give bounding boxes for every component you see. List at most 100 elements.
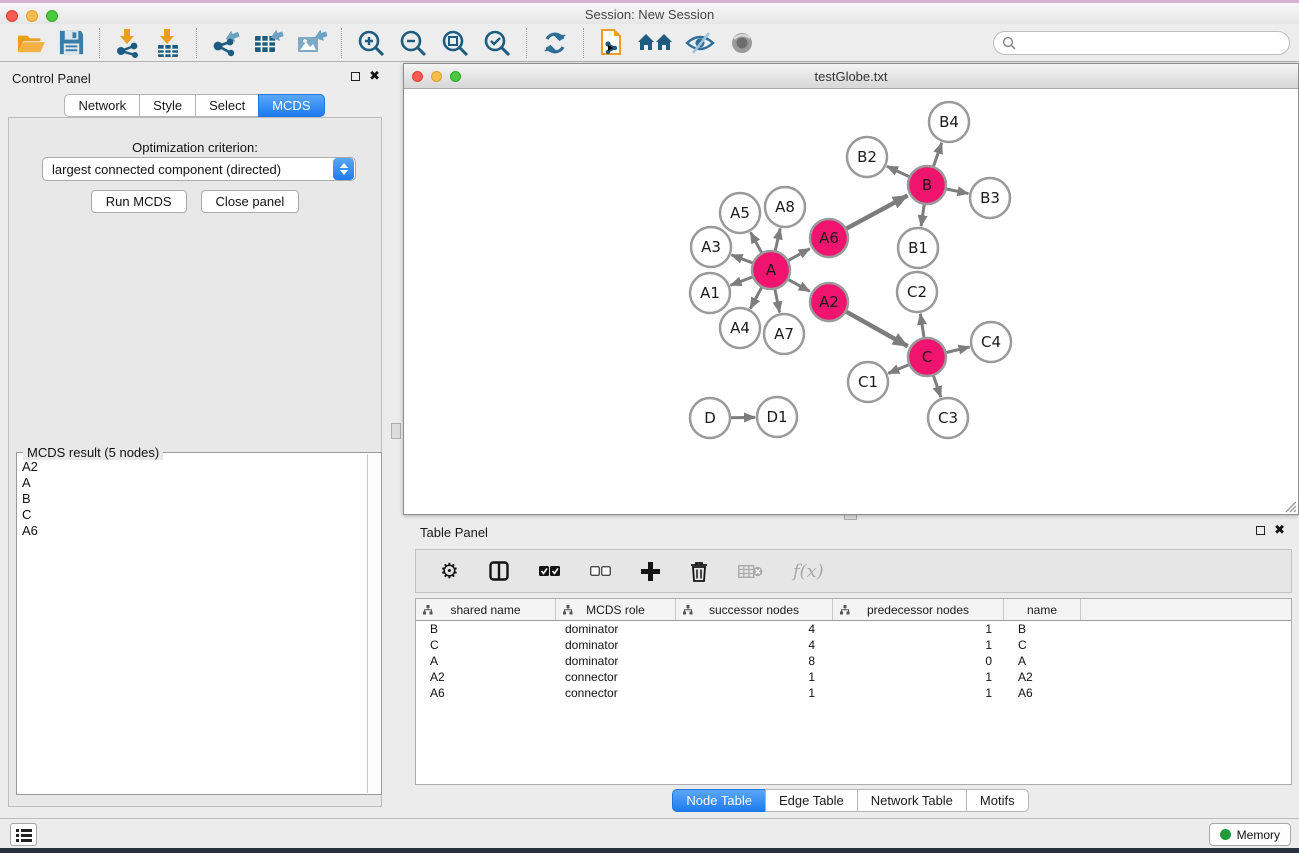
criterion-dropdown[interactable]: largest connected component (directed) [42, 157, 356, 181]
network-graph[interactable]: B4B2BB3A5A8A6A3B1AA1C2A2A4A7C4CC1C3DD1 [404, 89, 1298, 514]
table-row[interactable]: A2connector11A2 [416, 669, 1291, 685]
close-table-panel-icon[interactable]: ✖ [1274, 525, 1285, 535]
resize-grip-icon[interactable] [1284, 500, 1297, 513]
edge-A6-B[interactable] [845, 195, 908, 229]
show-panels-button[interactable] [10, 823, 37, 846]
float-panel-icon[interactable] [351, 72, 360, 81]
close-panel-button[interactable]: Close panel [201, 190, 300, 213]
result-item[interactable]: C [18, 507, 366, 523]
node-D1[interactable]: D1 [757, 397, 797, 437]
node-C1[interactable]: C1 [848, 362, 888, 402]
node-C4[interactable]: C4 [971, 322, 1011, 362]
result-item[interactable]: A [18, 475, 366, 491]
save-session-button[interactable] [52, 27, 91, 58]
edge-B-B4[interactable] [933, 143, 942, 168]
edge-B-B2[interactable] [887, 166, 911, 177]
float-table-panel-icon[interactable] [1256, 526, 1265, 535]
node-A[interactable]: A [752, 251, 790, 289]
column-header-name[interactable]: name [1004, 599, 1081, 620]
tab-style[interactable]: Style [139, 94, 196, 117]
select-all-button[interactable] [533, 563, 566, 580]
function-builder-button[interactable]: f(x) [787, 559, 830, 584]
vertical-splitter-handle[interactable] [391, 423, 401, 439]
edge-A-A7[interactable] [775, 288, 780, 313]
node-C[interactable]: C [908, 338, 946, 376]
node-A3[interactable]: A3 [691, 227, 731, 267]
node-A8[interactable]: A8 [765, 187, 805, 227]
edge-C-C4[interactable] [945, 347, 970, 353]
edge-A2-C[interactable] [845, 311, 908, 346]
node-A6[interactable]: A6 [810, 219, 848, 257]
network-canvas[interactable]: B4B2BB3A5A8A6A3B1AA1C2A2A4A7C4CC1C3DD1 [404, 89, 1298, 514]
import-table-button[interactable] [148, 26, 188, 60]
window-titlebar[interactable]: Session: New Session [0, 3, 1299, 24]
edge-A-A3[interactable] [732, 255, 755, 264]
column-header-shared-name[interactable]: shared name [416, 599, 556, 620]
node-B3[interactable]: B3 [970, 178, 1010, 218]
tab-mcds[interactable]: MCDS [258, 94, 324, 117]
table-tab-motifs[interactable]: Motifs [966, 789, 1029, 812]
result-scrollbar[interactable] [367, 454, 380, 793]
import-network-button[interactable] [108, 26, 148, 60]
node-A5[interactable]: A5 [720, 193, 760, 233]
tab-select[interactable]: Select [195, 94, 259, 117]
export-image-button[interactable] [290, 26, 333, 60]
node-A1[interactable]: A1 [690, 273, 730, 313]
node-B4[interactable]: B4 [929, 102, 969, 142]
table-tab-node-table[interactable]: Node Table [672, 789, 766, 812]
create-column-button[interactable] [635, 560, 666, 583]
node-C2[interactable]: C2 [897, 272, 937, 312]
node-B1[interactable]: B1 [898, 228, 938, 268]
node-B2[interactable]: B2 [847, 137, 887, 177]
edge-B-B3[interactable] [945, 189, 969, 194]
column-header-MCDS-role[interactable]: MCDS role [556, 599, 676, 620]
open-session-button[interactable] [10, 28, 52, 58]
table-tab-network-table[interactable]: Network Table [857, 789, 967, 812]
column-header-predecessor-nodes[interactable]: predecessor nodes [833, 599, 1004, 620]
search-box[interactable] [993, 31, 1290, 55]
zoom-in-button[interactable] [350, 26, 392, 60]
edge-B-B1[interactable] [921, 203, 924, 226]
run-mcds-button[interactable]: Run MCDS [91, 190, 187, 213]
edge-C-C2[interactable] [920, 314, 924, 339]
export-network-button[interactable] [205, 26, 247, 60]
node-A2[interactable]: A2 [810, 283, 848, 321]
zoom-fit-button[interactable] [434, 26, 476, 60]
node-A4[interactable]: A4 [720, 308, 760, 348]
close-panel-icon[interactable]: ✖ [369, 71, 380, 81]
edge-A-A2[interactable] [787, 279, 810, 292]
zoom-out-button[interactable] [392, 26, 434, 60]
edge-A-A5[interactable] [751, 232, 763, 254]
copy-style-button[interactable] [592, 26, 632, 60]
apply-layout-button[interactable] [535, 27, 575, 59]
result-item[interactable]: A2 [18, 459, 366, 475]
delete-table-button[interactable] [732, 562, 769, 581]
column-header-successor-nodes[interactable]: successor nodes [676, 599, 833, 620]
memory-button[interactable]: Memory [1209, 823, 1291, 846]
result-item[interactable]: B [18, 491, 366, 507]
edge-A-A6[interactable] [787, 249, 810, 262]
table-row[interactable]: Bdominator41B [416, 621, 1291, 637]
edge-C-C1[interactable] [888, 364, 910, 373]
table-settings-button[interactable]: ⚙ [434, 559, 465, 583]
search-input[interactable] [1021, 36, 1289, 51]
export-table-button[interactable] [247, 26, 290, 60]
table-tab-edge-table[interactable]: Edge Table [765, 789, 858, 812]
node-B[interactable]: B [908, 166, 946, 204]
table-row[interactable]: Cdominator41C [416, 637, 1291, 653]
zoom-selected-button[interactable] [476, 26, 518, 60]
unselect-all-button[interactable] [584, 563, 617, 580]
network-window-titlebar[interactable]: testGlobe.txt [404, 64, 1298, 89]
edge-A-A1[interactable] [731, 276, 755, 285]
table-row[interactable]: A6connector11A6 [416, 685, 1291, 701]
table-row[interactable]: Adominator80A [416, 653, 1291, 669]
edge-C-C3[interactable] [933, 374, 941, 397]
show-columns-button[interactable] [483, 559, 515, 583]
node-table[interactable]: shared nameMCDS rolesuccessor nodesprede… [415, 598, 1292, 785]
node-A7[interactable]: A7 [764, 314, 804, 354]
node-C3[interactable]: C3 [928, 398, 968, 438]
delete-column-button[interactable] [684, 559, 714, 584]
tab-network[interactable]: Network [64, 94, 140, 117]
edge-A-A4[interactable] [750, 286, 762, 309]
result-item[interactable]: A6 [18, 523, 366, 539]
